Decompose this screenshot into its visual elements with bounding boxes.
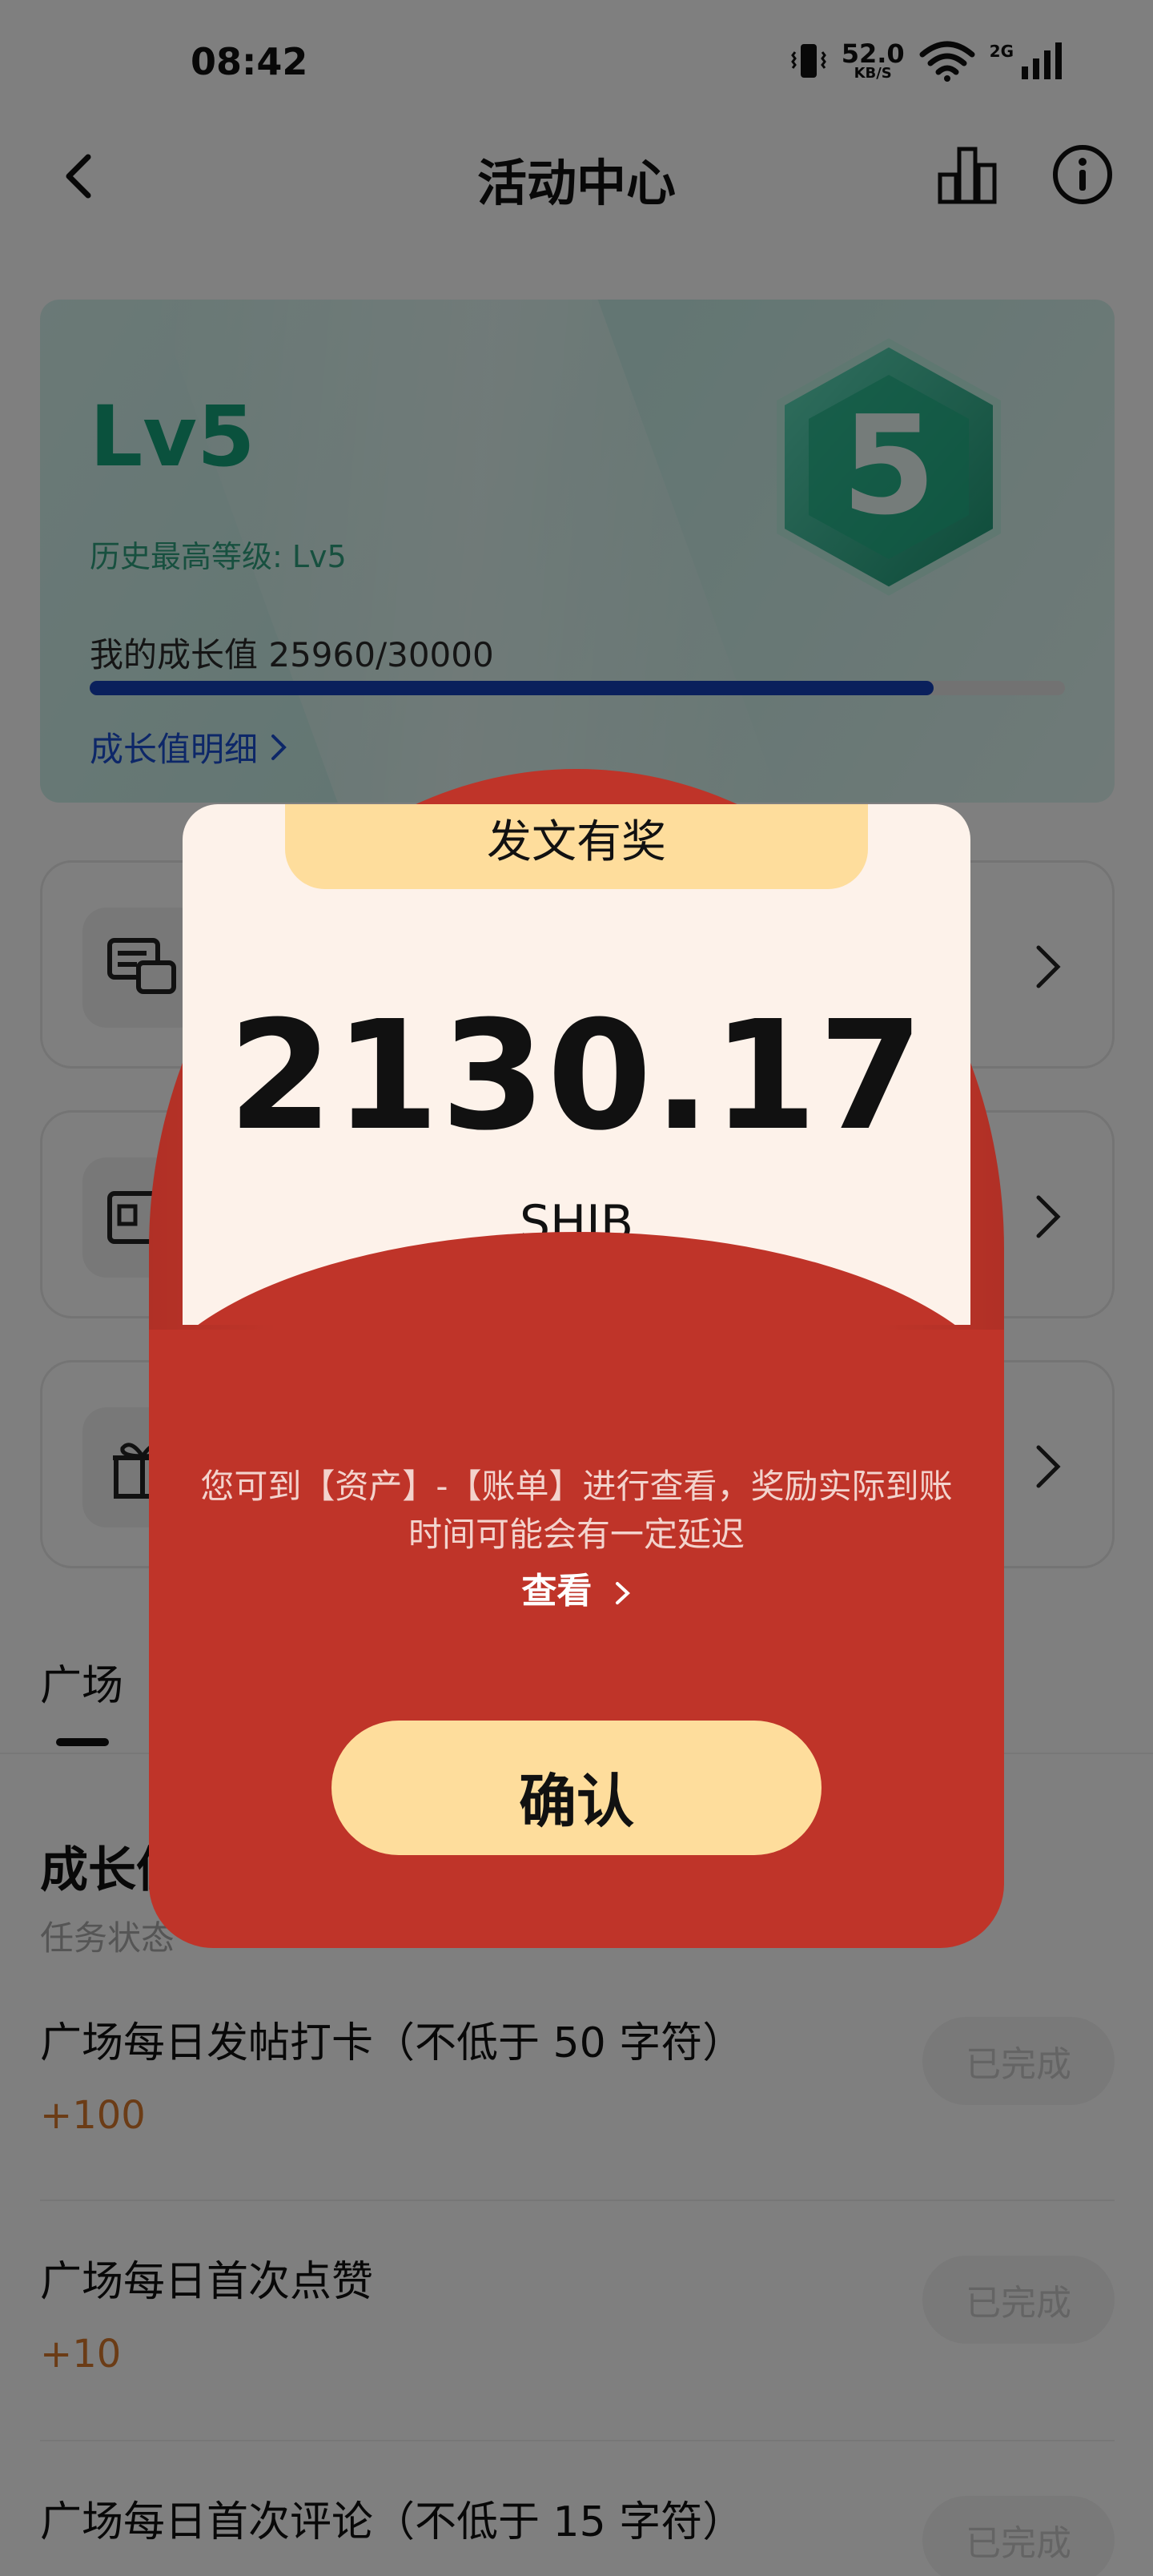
reward-amount: 2130.17 (227, 988, 926, 1164)
confirm-button[interactable]: 确认 (331, 1721, 822, 1855)
reward-notice: 您可到【资产】-【账单】进行查看，奖励实际到账时间可能会有一定延迟 (200, 1467, 953, 1554)
reward-card: 发文有奖 2130.17 SHIB (183, 804, 970, 1325)
view-bill-link[interactable]: 查看 (149, 1562, 1004, 1613)
reward-ribbon: 发文有奖 (285, 804, 868, 889)
view-bill-label: 查看 (521, 1571, 593, 1612)
reward-modal: 发文有奖 2130.17 SHIB 您可到【资产】-【账单】进行查看，奖励实际到… (149, 769, 1004, 1948)
reward-title: 发文有奖 (487, 816, 666, 868)
chevron-right-icon (615, 1582, 630, 1604)
